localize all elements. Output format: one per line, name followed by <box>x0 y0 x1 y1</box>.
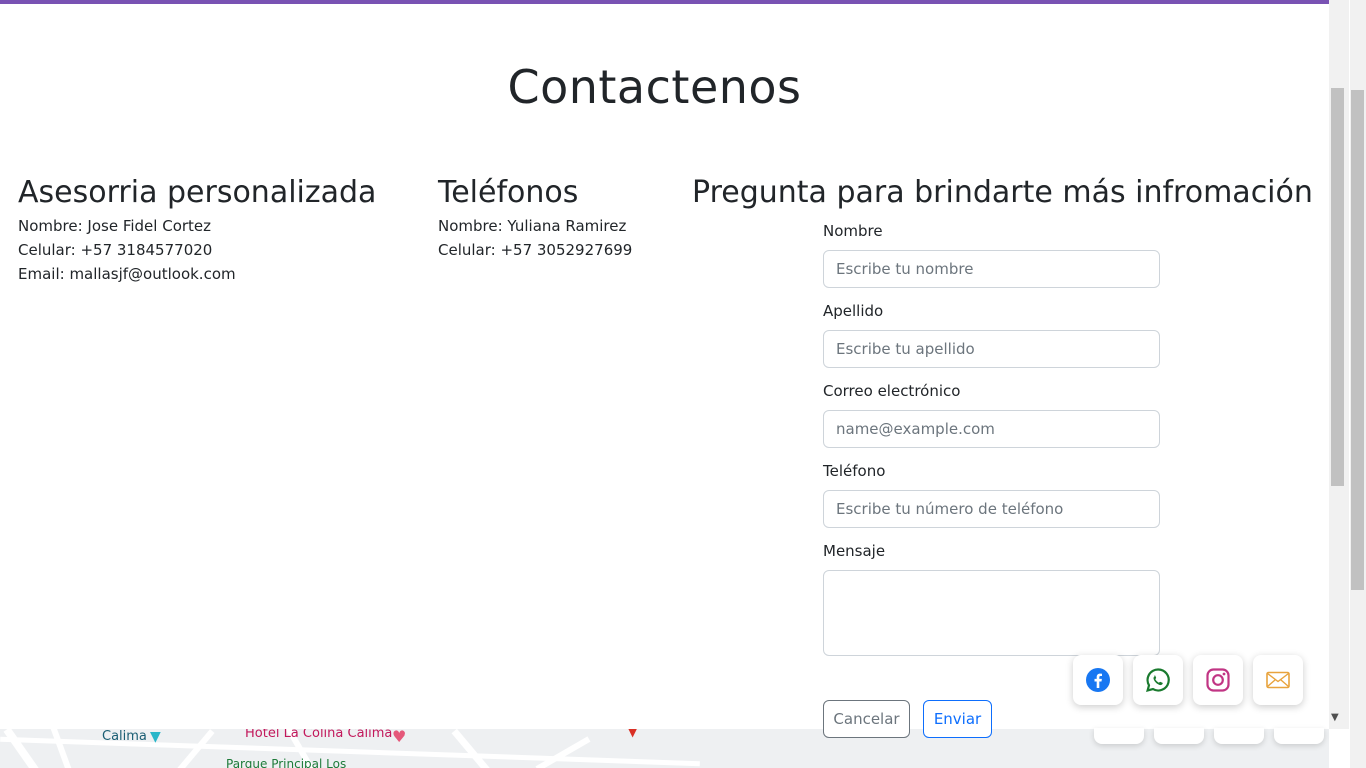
nombre-input[interactable] <box>823 250 1160 288</box>
contact-form: Nombre Apellido Correo electrónico Teléf… <box>823 219 1160 667</box>
asesoria-name: Nombre: Jose Fidel Cortez <box>18 217 212 235</box>
apellido-label: Apellido <box>823 302 884 320</box>
apellido-input[interactable] <box>823 330 1160 368</box>
telefono-field-group: Teléfono <box>823 459 1160 528</box>
pregunta-section: Pregunta para brindarte más infromación <box>692 172 1313 214</box>
map-pin-icon: ▼ <box>150 729 161 745</box>
page-title: Contactenos <box>507 60 802 114</box>
mensaje-label: Mensaje <box>823 542 886 560</box>
mensaje-field-group: Mensaje <box>823 539 1160 656</box>
scroll-down-arrow-icon[interactable]: ▼ <box>1331 712 1339 723</box>
instagram-button[interactable] <box>1193 655 1243 705</box>
correo-label: Correo electrónico <box>823 382 961 400</box>
shadow-tile <box>1214 728 1264 744</box>
telefonos-name: Nombre: Yuliana Ramirez <box>438 217 627 235</box>
mensaje-textarea[interactable] <box>823 570 1160 656</box>
telefono-input[interactable] <box>823 490 1160 528</box>
instagram-icon <box>1206 668 1230 692</box>
shadow-tile <box>1274 728 1324 744</box>
hotel-pin-icon: ♥ <box>392 729 407 746</box>
top-accent-bar <box>0 0 1329 4</box>
page-scrollbar-thumb[interactable] <box>1351 90 1364 590</box>
asesoria-phone: Celular: +57 3184577020 <box>18 241 213 259</box>
send-button[interactable]: Enviar <box>923 700 992 738</box>
mail-icon <box>1266 671 1290 689</box>
cancel-button[interactable]: Cancelar <box>823 700 910 738</box>
telefonos-heading: Teléfonos <box>438 175 579 210</box>
shadow-tile <box>1154 728 1204 744</box>
location-marker-icon: ▼ <box>628 729 638 739</box>
whatsapp-button[interactable] <box>1133 655 1183 705</box>
asesoria-heading: Asesorria personalizada <box>18 175 377 210</box>
whatsapp-icon <box>1146 668 1170 693</box>
asesoria-email: Email: mallasjf@outlook.com <box>18 265 236 283</box>
mail-button[interactable] <box>1253 655 1303 705</box>
inner-scrollbar-thumb[interactable] <box>1331 88 1344 486</box>
map-label-calima: Calima <box>102 729 147 744</box>
email-input[interactable] <box>823 410 1160 448</box>
apellido-field-group: Apellido <box>823 299 1160 368</box>
telefono-label: Teléfono <box>823 462 886 480</box>
nombre-field-group: Nombre <box>823 219 1160 288</box>
correo-field-group: Correo electrónico <box>823 379 1160 448</box>
facebook-button[interactable] <box>1073 655 1123 705</box>
nombre-label: Nombre <box>823 222 883 240</box>
facebook-icon <box>1086 668 1110 692</box>
map-label-parque: Parque Principal Los <box>226 757 347 768</box>
map-label-hotel: Hotel La Colina Calima <box>245 729 393 741</box>
asesoria-section: Asesorria personalizada Nombre: Jose Fid… <box>18 172 376 286</box>
telefonos-section: Teléfonos Nombre: Yuliana Ramirez Celula… <box>438 172 632 262</box>
telefonos-phone: Celular: +57 3052927699 <box>438 241 633 259</box>
shadow-tile <box>1094 728 1144 744</box>
pregunta-heading: Pregunta para brindarte más infromación <box>692 175 1313 210</box>
